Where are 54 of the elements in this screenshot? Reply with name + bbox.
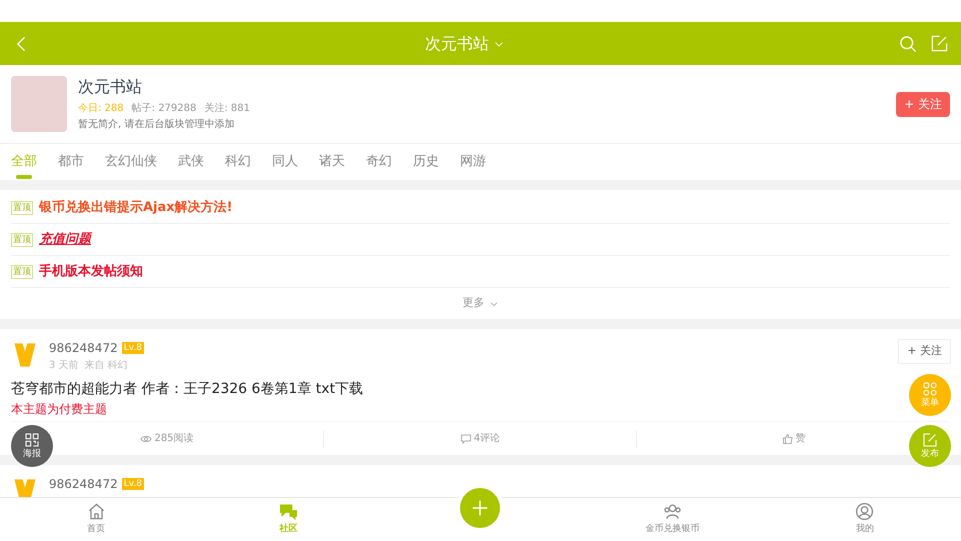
category-tab[interactable]: 奇幻 xyxy=(366,144,392,180)
pinned-post-link[interactable]: 手机版本发帖须知 xyxy=(39,262,143,282)
like-button[interactable]: 赞 xyxy=(782,431,806,446)
post-source: 来自 科幻 xyxy=(84,358,128,373)
category-tab[interactable]: 同人 xyxy=(272,144,298,180)
user-icon xyxy=(855,502,874,522)
nav-tab[interactable]: 金币兑换银币 xyxy=(576,498,769,541)
username[interactable]: 986248472 xyxy=(49,475,118,493)
pinned-post-link[interactable]: 银币兑换出错提示Ajax解决方法! xyxy=(39,198,233,218)
forum-intro: 暂无简介, 请在后台版块管理中添加 xyxy=(78,118,236,132)
username[interactable]: 986248472 xyxy=(49,339,118,357)
nav-tab[interactable]: 社区 xyxy=(192,498,384,541)
more-button[interactable]: 更多 xyxy=(11,288,950,319)
category-tab[interactable]: 网游 xyxy=(460,144,486,180)
comment-button[interactable]: 4评论 xyxy=(460,431,500,446)
nav-tab[interactable]: 首页 xyxy=(0,498,192,541)
chat-icon xyxy=(278,502,298,522)
edit-icon[interactable] xyxy=(930,34,949,53)
paid-notice: 本主题为付费主题 xyxy=(11,401,107,418)
follower-count: 关注: 881 xyxy=(204,102,250,116)
category-tab[interactable]: 诸天 xyxy=(319,144,345,180)
pinned-tag: 置顶 xyxy=(11,264,33,278)
level-badge: Lv.8 xyxy=(122,342,144,354)
page-title[interactable]: 次元书站 xyxy=(425,32,489,56)
category-tab[interactable]: 历史 xyxy=(413,144,439,180)
category-tab[interactable]: 科幻 xyxy=(225,144,251,180)
home-icon xyxy=(86,502,106,522)
today-count: 今日: 288 xyxy=(78,102,124,116)
category-tab[interactable]: 全部 xyxy=(11,144,37,180)
edit-icon xyxy=(922,432,938,448)
qr-code-icon xyxy=(24,432,40,448)
category-tab[interactable]: 都市 xyxy=(58,144,84,180)
follow-button[interactable]: + 关注 xyxy=(898,339,951,364)
post-count: 帖子: 279288 xyxy=(132,102,196,116)
forum-image-placeholder xyxy=(11,76,67,132)
comment-icon xyxy=(460,432,472,444)
search-icon[interactable] xyxy=(898,34,918,54)
read-count[interactable]: 285阅读 xyxy=(140,431,194,446)
post-time: 3 天前 xyxy=(49,359,79,373)
add-button[interactable] xyxy=(460,488,500,528)
pinned-tag: 置顶 xyxy=(11,200,33,214)
grid-icon xyxy=(922,381,938,397)
nav-tab[interactable]: 我的 xyxy=(768,498,961,541)
category-tab[interactable]: 玄幻仙侠 xyxy=(105,144,157,180)
category-tab[interactable]: 武侠 xyxy=(178,144,204,180)
pinned-tag: 置顶 xyxy=(11,232,33,246)
follow-button[interactable]: + 关注 xyxy=(896,92,950,116)
people-icon xyxy=(663,502,682,522)
thumbs-up-icon xyxy=(782,432,794,444)
tab-underline xyxy=(16,174,32,178)
forum-name: 次元书站 xyxy=(78,76,143,98)
pinned-post-link[interactable]: 充值问题 xyxy=(39,230,91,250)
post-title[interactable]: 苍穹都市的超能力者 作者：王子2326 6卷第1章 txt下载 xyxy=(11,378,364,400)
level-badge: Lv.8 xyxy=(122,478,144,490)
